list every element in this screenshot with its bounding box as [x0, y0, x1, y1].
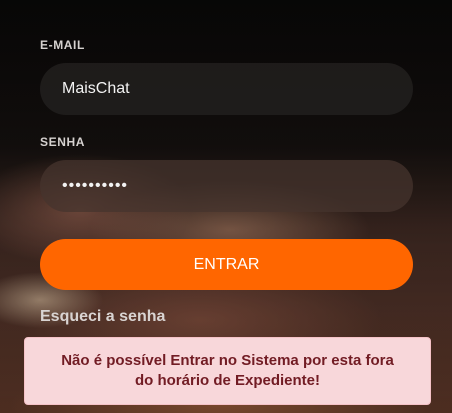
- alert-message: Não é possível Entrar no Sistema por est…: [61, 352, 394, 389]
- password-label: SENHA: [40, 135, 86, 149]
- password-value: ••••••••••: [62, 177, 129, 194]
- login-button[interactable]: ENTRAR: [40, 239, 413, 290]
- forgot-password-link[interactable]: Esqueci a senha: [40, 308, 165, 326]
- password-field[interactable]: ••••••••••: [40, 160, 413, 212]
- email-label: E-MAIL: [40, 38, 85, 52]
- error-alert: Não é possível Entrar no Sistema por est…: [24, 337, 431, 405]
- email-field[interactable]: MaisChat: [40, 63, 413, 115]
- email-value: MaisChat: [62, 80, 130, 97]
